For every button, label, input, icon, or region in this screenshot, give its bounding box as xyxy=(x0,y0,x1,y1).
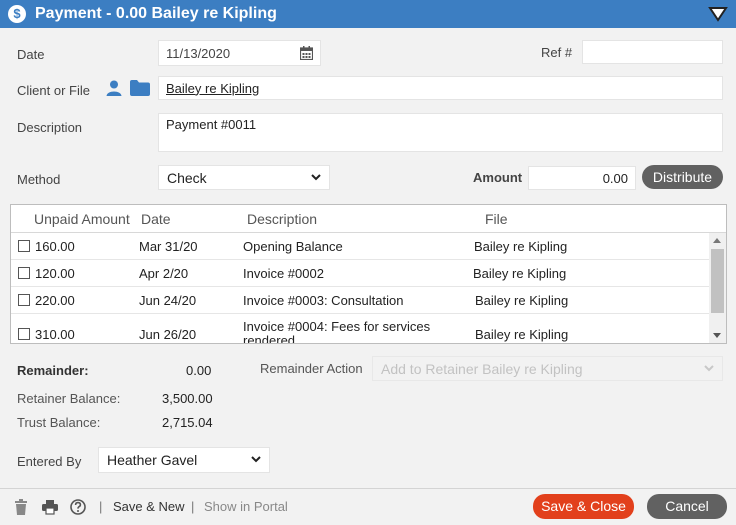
row-description: Invoice #0004: Fees for services rendere… xyxy=(243,319,431,344)
table-row[interactable]: 120.00 Apr 2/20 Invoice #0002 Bailey re … xyxy=(11,260,710,287)
row-file: Bailey re Kipling xyxy=(473,266,567,281)
col-description[interactable]: Description xyxy=(247,211,317,227)
printer-icon[interactable] xyxy=(42,499,58,515)
row-date: Jun 24/20 xyxy=(139,293,197,308)
row-file: Bailey re Kipling xyxy=(475,293,569,308)
footer-separator: | xyxy=(191,499,195,514)
unpaid-items-grid: Unpaid Amount Date Description File 160.… xyxy=(10,204,727,344)
row-amount: 120.00 xyxy=(35,266,75,281)
dollar-icon: $ xyxy=(8,5,26,23)
client-input[interactable]: Bailey re Kipling xyxy=(158,76,723,100)
row-amount: 310.00 xyxy=(35,327,75,342)
table-row[interactable]: 220.00 Jun 24/20 Invoice #0003: Consulta… xyxy=(11,287,710,314)
row-amount: 160.00 xyxy=(35,239,75,254)
save-close-button[interactable]: Save & Close xyxy=(533,494,634,519)
method-value: Check xyxy=(167,169,207,186)
folder-icon[interactable] xyxy=(130,80,150,96)
client-link[interactable]: Bailey re Kipling xyxy=(166,81,259,96)
grid-scrollbar[interactable] xyxy=(709,233,726,343)
entered-by-value: Heather Gavel xyxy=(107,452,198,468)
row-date: Apr 2/20 xyxy=(139,266,189,281)
scroll-down-icon[interactable] xyxy=(713,333,721,338)
row-description: Invoice #0002 xyxy=(243,266,324,281)
col-date[interactable]: Date xyxy=(141,211,171,227)
calendar-icon[interactable] xyxy=(300,46,313,60)
remainder-action-value: Add to Retainer Bailey re Kipling xyxy=(381,360,583,377)
remainder-value: 0.00 xyxy=(186,363,212,378)
ref-input[interactable] xyxy=(582,40,723,64)
scroll-up-icon[interactable] xyxy=(713,238,721,243)
method-label: Method xyxy=(17,172,61,187)
date-value: 11/13/2020 xyxy=(166,45,231,61)
row-date: Jun 26/20 xyxy=(139,327,197,342)
description-input[interactable]: Payment #0011 xyxy=(158,113,723,152)
payment-window: $ Payment - 0.00 Bailey re Kipling Date … xyxy=(0,0,736,525)
date-input[interactable]: 11/13/2020 xyxy=(158,40,321,66)
person-icon[interactable] xyxy=(106,80,122,96)
table-row[interactable]: 310.00 Jun 26/20 Invoice #0004: Fees for… xyxy=(11,314,710,343)
scroll-thumb[interactable] xyxy=(711,249,724,313)
description-label: Description xyxy=(17,120,83,135)
row-checkbox[interactable] xyxy=(18,267,30,279)
row-checkbox[interactable] xyxy=(18,294,30,306)
show-in-portal-link[interactable]: Show in Portal xyxy=(204,499,288,514)
row-description: Opening Balance xyxy=(243,239,343,254)
chevron-down-icon xyxy=(251,456,261,463)
window-title: Payment - 0.00 Bailey re Kipling xyxy=(35,5,277,22)
trust-label: Trust Balance: xyxy=(17,415,101,430)
row-description: Invoice #0003: Consultation xyxy=(243,293,404,308)
cancel-button[interactable]: Cancel xyxy=(647,494,727,519)
chevron-down-icon xyxy=(311,173,321,180)
footer-bar: | Save & New | Show in Portal Save & Clo… xyxy=(0,488,736,525)
footer-separator: | xyxy=(99,499,103,514)
triangle-down-icon[interactable] xyxy=(708,5,728,23)
row-file: Bailey re Kipling xyxy=(474,239,568,254)
help-icon[interactable] xyxy=(70,499,86,515)
row-checkbox[interactable] xyxy=(18,328,30,340)
ref-label: Ref # xyxy=(541,45,573,60)
save-new-button[interactable]: Save & New xyxy=(113,499,185,514)
amount-input[interactable]: 0.00 xyxy=(528,166,636,190)
col-unpaid-amount[interactable]: Unpaid Amount xyxy=(34,211,130,227)
table-row[interactable]: 160.00 Mar 31/20 Opening Balance Bailey … xyxy=(11,233,710,260)
description-value: Payment #0011 xyxy=(166,117,257,132)
row-checkbox[interactable] xyxy=(18,240,30,252)
row-file: Bailey re Kipling xyxy=(475,327,569,342)
col-file[interactable]: File xyxy=(485,211,508,227)
client-label: Client or File xyxy=(17,83,90,98)
trust-value: 2,715.04 xyxy=(162,415,213,430)
remainder-action-label: Remainder Action xyxy=(260,361,363,376)
remainder-label: Remainder: xyxy=(17,363,89,378)
title-bar: $ Payment - 0.00 Bailey re Kipling xyxy=(0,0,736,28)
entered-by-label: Entered By xyxy=(17,454,82,469)
row-amount: 220.00 xyxy=(35,293,75,308)
trash-icon[interactable] xyxy=(15,499,27,515)
chevron-down-icon xyxy=(704,364,714,371)
method-select[interactable]: Check xyxy=(158,165,330,190)
retainer-value: 3,500.00 xyxy=(162,391,213,406)
retainer-label: Retainer Balance: xyxy=(17,391,121,406)
grid-header: Unpaid Amount Date Description File xyxy=(11,205,726,233)
row-date: Mar 31/20 xyxy=(139,239,198,254)
entered-by-select[interactable]: Heather Gavel xyxy=(98,447,270,473)
remainder-action-select[interactable]: Add to Retainer Bailey re Kipling xyxy=(372,356,723,381)
distribute-button[interactable]: Distribute xyxy=(642,165,723,189)
amount-label: Amount xyxy=(473,170,523,185)
date-label: Date xyxy=(17,47,45,62)
